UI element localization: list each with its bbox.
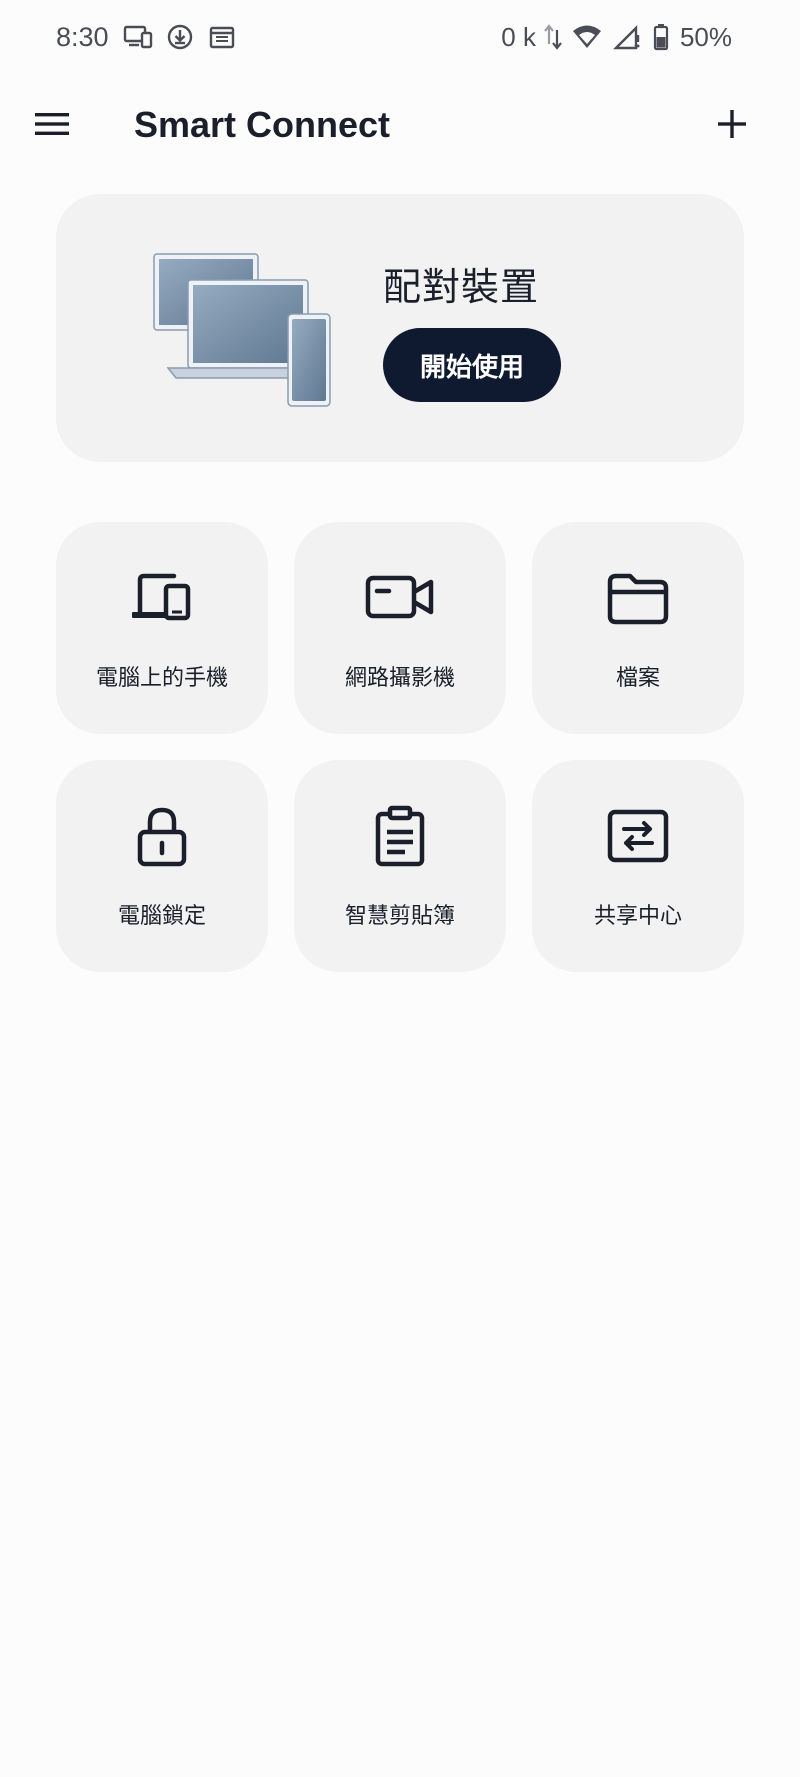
- plus-icon: [718, 110, 746, 138]
- get-started-button[interactable]: 開始使用: [383, 328, 561, 402]
- app-title: Smart Connect: [134, 104, 391, 145]
- feature-label: 電腦鎖定: [117, 904, 206, 929]
- status-right: 0 k 50%: [501, 20, 732, 54]
- status-time: 8:30: [56, 21, 109, 52]
- status-bar: 8:30 0 k 50%: [0, 0, 800, 76]
- cell-signal-icon: [610, 20, 644, 54]
- feature-label: 電腦上的手機: [95, 666, 228, 691]
- feature-share-center[interactable]: 共享中心: [532, 760, 744, 972]
- feature-webcam[interactable]: 網路攝影機: [294, 522, 506, 734]
- hamburger-menu-icon: [35, 113, 69, 135]
- network-speed: 0 k: [501, 21, 536, 52]
- feature-label: 檔案: [615, 666, 660, 691]
- data-transfer-icon: [542, 20, 564, 54]
- webcam-icon: [365, 575, 434, 619]
- screen-mirror-icon: [121, 20, 155, 54]
- wifi-icon: [570, 20, 604, 54]
- battery-icon: [650, 20, 672, 54]
- devices-illustration: [152, 252, 342, 408]
- lock-icon: [137, 807, 187, 867]
- feature-pc-lock[interactable]: 電腦鎖定: [56, 760, 268, 972]
- menu-button[interactable]: [28, 100, 76, 148]
- battery-percentage: 50%: [679, 21, 732, 52]
- clipboard-icon: [375, 805, 425, 867]
- folder-icon: [607, 573, 669, 625]
- pair-device-title: 配對裝置: [383, 265, 540, 309]
- feature-phone-on-pc[interactable]: 電腦上的手機: [56, 522, 268, 734]
- add-device-button[interactable]: [708, 100, 756, 148]
- app-bar: Smart Connect: [0, 80, 800, 176]
- feature-smart-clipboard[interactable]: 智慧剪貼簿: [294, 760, 506, 972]
- share-center-icon: [607, 809, 669, 863]
- phone-on-pc-icon: [132, 573, 191, 621]
- download-progress-icon: [163, 20, 197, 54]
- calendar-icon: [205, 20, 239, 54]
- feature-files[interactable]: 檔案: [532, 522, 744, 734]
- feature-label: 共享中心: [593, 904, 682, 929]
- feature-label: 智慧剪貼簿: [344, 904, 455, 929]
- status-left: 8:30: [56, 20, 239, 54]
- pair-device-card: 配對裝置 開始使用: [56, 194, 744, 462]
- feature-label: 網路攝影機: [344, 666, 455, 691]
